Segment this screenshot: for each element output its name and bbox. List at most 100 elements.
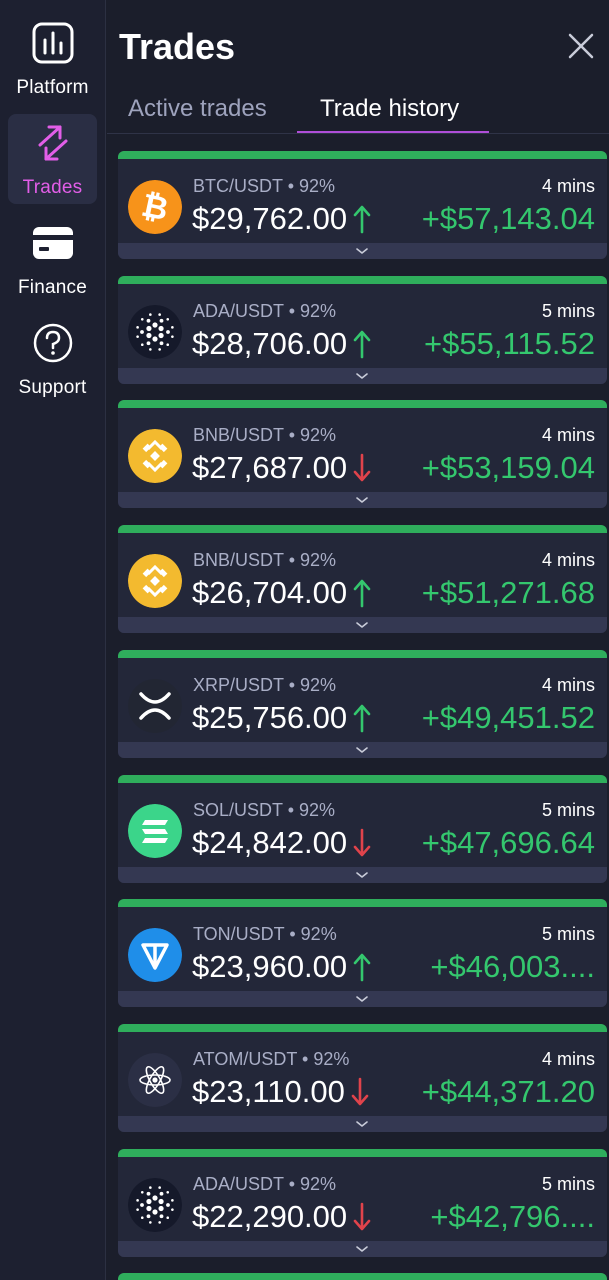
- pair-name: SOL/USDT: [193, 799, 283, 820]
- trade-duration: 5 mins: [541, 1173, 595, 1194]
- atom-coin-icon: [128, 1052, 182, 1107]
- bnb-coin-icon: [128, 429, 182, 484]
- trade-card-ada-usdt[interactable]: ADA/USDT • 92% 5 mins $28,706.00 +$55,11…: [118, 275, 607, 384]
- trade-profit: +$44,371.20: [421, 1073, 595, 1109]
- trade-price: $27,687.00: [192, 450, 348, 486]
- arrow-down-icon: [353, 828, 371, 856]
- trade-price: $23,110.00: [192, 1073, 345, 1109]
- ada-coin-icon: [128, 304, 182, 359]
- arrow-up-icon: [353, 205, 371, 234]
- chevron-down-icon: [356, 996, 368, 1002]
- bnb-coin-icon: [128, 554, 182, 609]
- sidebar: Platform Trades Finance Support: [0, 0, 106, 1280]
- card-expand-bar[interactable]: [118, 492, 607, 509]
- tab-active-trades[interactable]: Active trades: [128, 95, 267, 123]
- trade-pair: ATOM/USDT • 92%: [193, 1048, 350, 1069]
- card-expand-bar[interactable]: [118, 1240, 607, 1257]
- arrow-up-icon: [353, 579, 371, 608]
- chevron-down-icon: [356, 248, 368, 254]
- trade-card-bnb-usdt[interactable]: BNB/USDT • 92% 4 mins $27,687.00 +$53,15…: [118, 400, 607, 509]
- trade-price: $23,960.00: [192, 949, 348, 985]
- pair-name: BTC/USDT: [193, 176, 283, 196]
- chevron-down-icon: [356, 1245, 368, 1252]
- payout-percent: 92%: [300, 550, 337, 571]
- trade-price: $24,842.00: [192, 824, 348, 860]
- sidebar-item-label: Trades: [22, 177, 83, 198]
- sidebar-item-trades[interactable]: Trades: [8, 114, 97, 204]
- trade-pair: TON/USDT • 92%: [193, 924, 337, 945]
- pair-name: BNB/USDT: [193, 550, 284, 571]
- card-expand-bar[interactable]: [118, 243, 607, 259]
- trade-price: $26,704.00: [192, 575, 348, 611]
- tab-trade-history[interactable]: Trade history: [320, 95, 459, 123]
- card-expand-bar[interactable]: [118, 866, 607, 883]
- trade-card-partial[interactable]: [118, 1273, 607, 1280]
- page-title: Trades: [119, 26, 236, 67]
- sidebar-item-finance[interactable]: Finance: [8, 214, 97, 304]
- xrp-coin-icon: [128, 678, 182, 733]
- close-icon[interactable]: [565, 30, 597, 62]
- pair-name: ADA/USDT: [193, 1173, 284, 1194]
- card-expand-bar[interactable]: [118, 367, 607, 384]
- trade-profit: +$47,696.64: [421, 824, 595, 860]
- trade-card-sol-usdt[interactable]: SOL/USDT • 92% 5 mins $24,842.00 +$47,69…: [118, 774, 607, 883]
- arrow-up-icon: [353, 704, 371, 733]
- chevron-down-icon: [356, 746, 368, 753]
- card-status-bar: [118, 1148, 607, 1157]
- pair-name: TON/USDT: [193, 924, 285, 945]
- card-status-bar: [118, 774, 607, 783]
- sidebar-item-support[interactable]: Support: [8, 314, 97, 404]
- card-status-bar: [118, 899, 607, 908]
- trade-profit: +$42,796....: [430, 1198, 595, 1234]
- trade-profit: +$53,159.04: [421, 450, 595, 486]
- payout-percent: 92%: [300, 300, 337, 321]
- trade-card-xrp-usdt[interactable]: XRP/USDT • 92% 4 mins $25,756.00 +$49,45…: [118, 649, 607, 758]
- trade-pair: XRP/USDT • 92%: [193, 674, 337, 695]
- payout-percent: 92%: [313, 1048, 350, 1069]
- card-status-bar: [118, 1023, 607, 1032]
- chevron-down-icon: [356, 497, 368, 504]
- trade-duration: 4 mins: [541, 674, 595, 695]
- card-status-bar: [118, 151, 607, 159]
- trade-pair: BTC/USDT • 92%: [193, 176, 336, 196]
- sidebar-item-platform[interactable]: Platform: [8, 14, 97, 104]
- chart-bars-icon: [32, 22, 74, 64]
- sol-coin-icon: [128, 803, 182, 858]
- trade-card-ton-usdt[interactable]: TON/USDT • 92% 5 mins $23,960.00 +$46,00…: [118, 899, 607, 1008]
- chevron-down-icon: [356, 1121, 368, 1127]
- trade-card-atom-usdt[interactable]: ATOM/USDT • 92% 4 mins $23,110.00 +$44,3…: [118, 1023, 607, 1132]
- card-expand-bar[interactable]: [118, 741, 607, 758]
- question-circle-icon: [33, 323, 73, 363]
- card-status-bar: [118, 400, 607, 409]
- trade-duration: 4 mins: [541, 550, 595, 571]
- trade-pair: SOL/USDT • 92%: [193, 799, 336, 820]
- pair-name: ATOM/USDT: [193, 1048, 298, 1069]
- card-status-bar: [118, 1273, 607, 1280]
- payout-percent: 92%: [300, 425, 337, 446]
- payout-percent: 92%: [299, 799, 336, 820]
- card-icon: [33, 227, 73, 259]
- card-expand-bar[interactable]: [118, 1115, 607, 1132]
- pair-name: XRP/USDT: [193, 674, 284, 695]
- chevron-down-icon: [356, 871, 368, 878]
- trade-card-ada-usdt[interactable]: ADA/USDT • 92% 5 mins $22,290.00 +$42,79…: [118, 1148, 607, 1257]
- swap-arrows-icon: [38, 125, 68, 161]
- trade-duration: 5 mins: [541, 924, 595, 945]
- card-status-bar: [118, 649, 607, 658]
- trade-price: $29,762.00: [192, 201, 348, 236]
- card-expand-bar[interactable]: [118, 991, 607, 1008]
- trade-card-btc-usdt[interactable]: ₿ BTC/USDT • 92% 4 mins $29,762.00 +$57,…: [118, 151, 607, 259]
- trades-app: Platform Trades Finance Support Trades A…: [0, 0, 609, 1280]
- payout-percent: 92%: [300, 674, 337, 695]
- chevron-down-icon: [356, 622, 368, 628]
- trade-pair: ADA/USDT • 92%: [193, 300, 337, 321]
- arrow-up-icon: [353, 330, 371, 358]
- btc-coin-icon: ₿: [128, 180, 182, 234]
- trade-profit: +$51,271.68: [421, 575, 595, 611]
- card-expand-bar[interactable]: [118, 617, 607, 634]
- trade-duration: 4 mins: [541, 1048, 595, 1069]
- trade-duration: 5 mins: [541, 300, 595, 321]
- payout-percent: 92%: [299, 176, 336, 196]
- trade-card-bnb-usdt[interactable]: BNB/USDT • 92% 4 mins $26,704.00 +$51,27…: [118, 525, 607, 634]
- tabs-divider: [107, 133, 609, 134]
